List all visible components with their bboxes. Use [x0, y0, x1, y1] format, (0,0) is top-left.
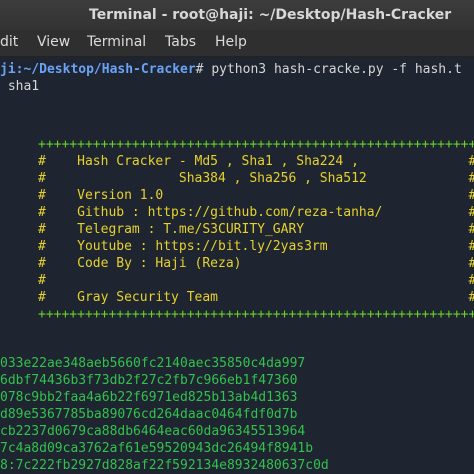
hash-line: 8:7c222fb2927d828af22f592134e8932480637c… — [0, 458, 329, 473]
menu-terminal[interactable]: Terminal — [87, 34, 146, 50]
command-text: python3 hash-cracke.py -f hash.t — [211, 62, 462, 77]
banner-line: # # — [38, 273, 474, 288]
menu-edit[interactable]: dit — [0, 34, 18, 50]
banner-border-bottom: ++++++++++++++++++++++++++++++++++++++++… — [38, 307, 474, 322]
menu-help[interactable]: Help — [215, 34, 247, 50]
hash-line: 078c9bb2faa4a6b22f6971ed825b13ab4d1363 — [0, 390, 298, 405]
banner-line: # Version 1.0 # — [38, 188, 474, 203]
prompt-path: :~/Desktop/Hash-Cracker — [15, 62, 196, 77]
prompt-user-host: ji — [0, 62, 16, 77]
hash-line: 6dbf74436b3f73db2f27c2fb7c966eb1f47360 — [0, 373, 298, 388]
hash-line: 033e22ae348aeb5660fc2140aec35850c4da997 — [0, 356, 306, 371]
banner-border-top: ++++++++++++++++++++++++++++++++++++++++… — [38, 137, 474, 152]
banner-line: # Youtube : https://bit.ly/2yas3rm # — [38, 239, 474, 254]
banner-line: # Gray Security Team # — [38, 290, 474, 305]
prompt-line: ji:~/Desktop/Hash-Cracker# python3 hash-… — [0, 61, 462, 78]
banner-line: # Telegram : T.me/S3CURITY_GARY # — [38, 222, 474, 237]
menu-view[interactable]: View — [37, 34, 70, 50]
banner-line: # Sha384 , Sha256 , Sha512 # — [38, 171, 474, 186]
hash-line: 7c4a8d09ca3762af61e59520943dc26494f8941b — [0, 441, 314, 456]
hash-line: cb2237d0679ca88db6464eac60da96345513964 — [0, 424, 306, 439]
banner-line: # Hash Cracker - Md5 , Sha1 , Sha224 , # — [38, 154, 474, 169]
terminal-output[interactable]: ji:~/Desktop/Hash-Cracker# python3 hash-… — [0, 57, 474, 474]
prompt-symbol: # — [195, 62, 212, 77]
menu-tabs[interactable]: Tabs — [165, 34, 196, 50]
banner-line: # Github : https://github.com/reza-tanha… — [38, 205, 474, 220]
banner-line: # Code By : Haji (Reza) # — [38, 256, 474, 271]
hash-line: d89e5367785ba89076cd264daac0464fdf0d7b — [0, 407, 298, 422]
menu-bar: dit View Terminal Tabs Help — [0, 30, 474, 57]
window-titlebar[interactable]: Terminal - root@haji: ~/Desktop/Hash-Cra… — [0, 0, 474, 30]
command-continuation: sha1 — [0, 79, 40, 94]
window-title: Terminal - root@haji: ~/Desktop/Hash-Cra… — [89, 7, 452, 23]
